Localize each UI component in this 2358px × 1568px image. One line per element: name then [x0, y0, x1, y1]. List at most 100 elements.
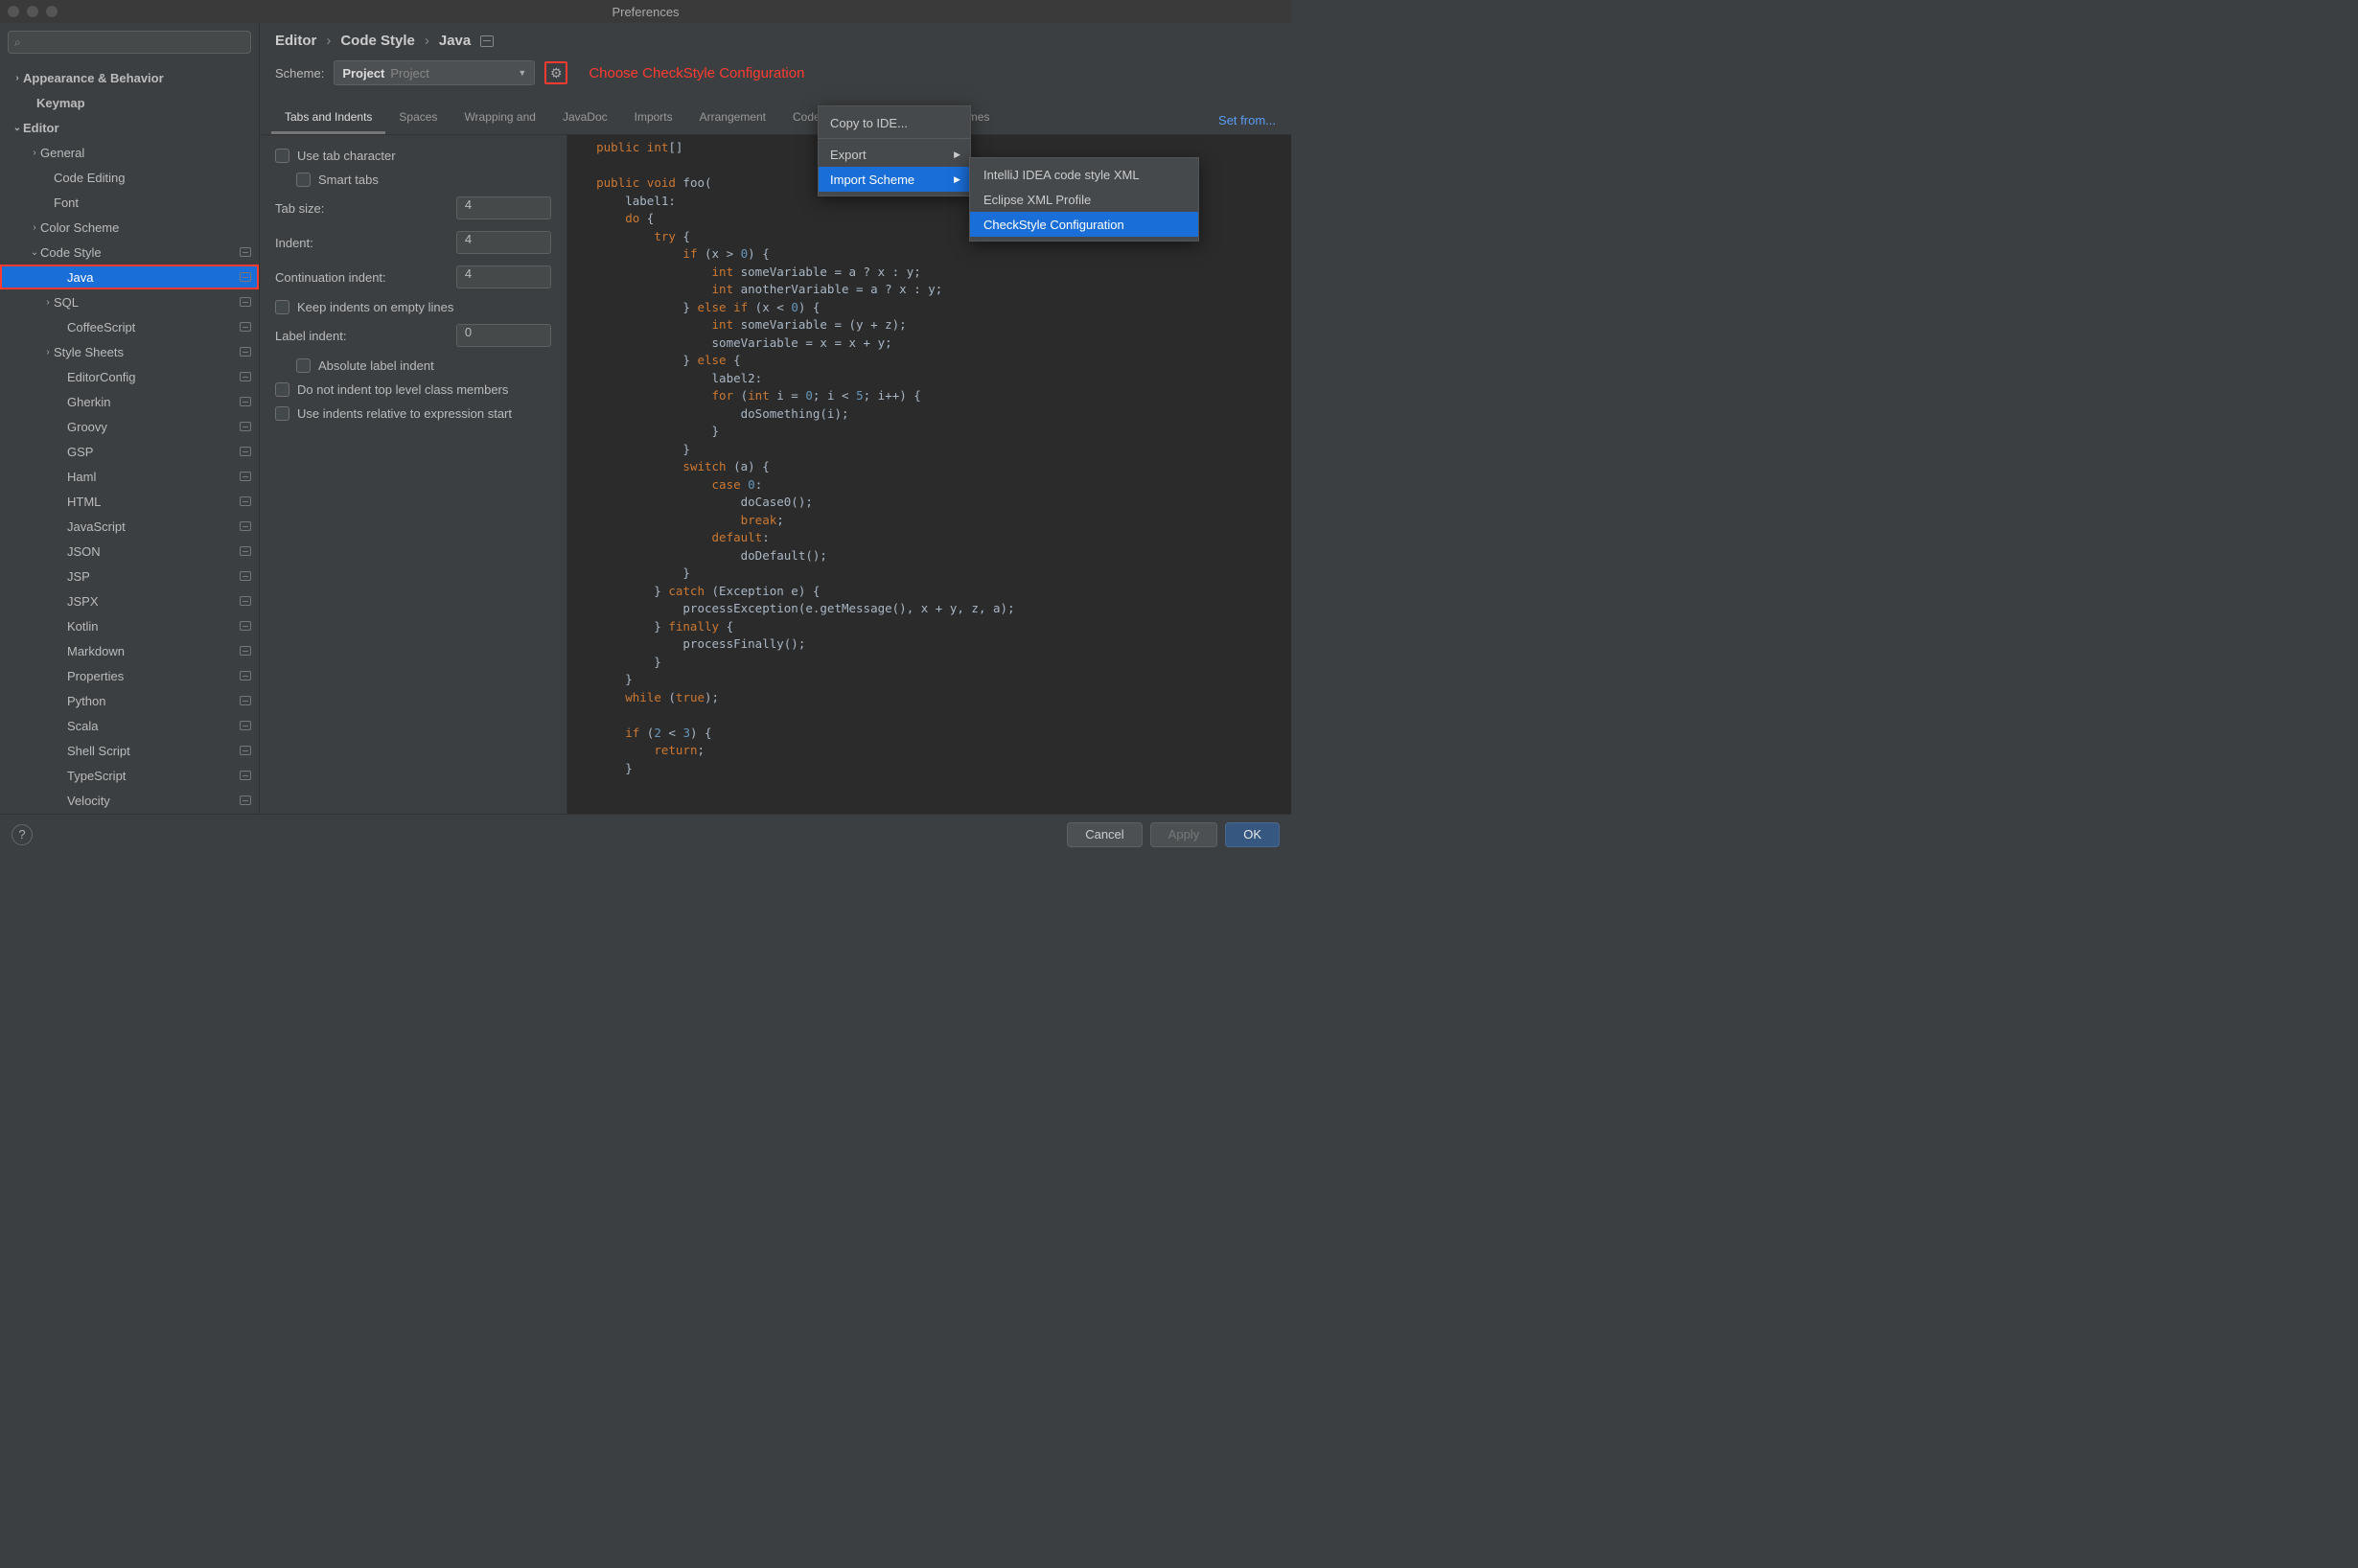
tab-wrapping-and[interactable]: Wrapping and — [451, 103, 549, 134]
scheme-detail: Project — [390, 66, 428, 81]
chevron-icon: › — [42, 347, 54, 357]
sidebar-item-keymap[interactable]: Keymap — [0, 90, 259, 115]
tab-imports[interactable]: Imports — [621, 103, 686, 134]
sidebar-item-javascript[interactable]: JavaScript — [0, 514, 259, 539]
submenu-item-intellij-xml[interactable]: IntelliJ IDEA code style XML — [970, 162, 1198, 187]
absolute-label-indent-checkbox[interactable]: Absolute label indent — [275, 358, 551, 373]
sidebar-item-label: Editor — [23, 121, 251, 135]
tab-spaces[interactable]: Spaces — [385, 103, 451, 134]
sidebar-item-label: Java — [67, 270, 240, 285]
sidebar-item-general[interactable]: ›General — [0, 140, 259, 165]
project-badge-icon — [240, 671, 251, 680]
sidebar-item-python[interactable]: Python — [0, 688, 259, 713]
maximize-window-icon[interactable] — [46, 6, 58, 17]
smart-tabs-checkbox[interactable]: Smart tabs — [275, 173, 551, 187]
minimize-window-icon[interactable] — [27, 6, 38, 17]
label-indent-input[interactable]: 0 — [456, 324, 551, 347]
indent-input[interactable]: 4 — [456, 231, 551, 254]
sidebar-item-style-sheets[interactable]: ›Style Sheets — [0, 339, 259, 364]
sidebar-item-sql[interactable]: ›SQL — [0, 289, 259, 314]
keep-indents-checkbox[interactable]: Keep indents on empty lines — [275, 300, 551, 314]
submenu-item-eclipse-xml[interactable]: Eclipse XML Profile — [970, 187, 1198, 212]
sidebar-item-gherkin[interactable]: Gherkin — [0, 389, 259, 414]
search-box[interactable]: ⌕ — [8, 31, 251, 54]
gear-icon: ⚙ — [550, 65, 563, 81]
tab-javadoc[interactable]: JavaDoc — [549, 103, 621, 134]
continuation-indent-input[interactable]: 4 — [456, 265, 551, 288]
project-badge-icon — [240, 721, 251, 730]
project-badge-icon — [240, 447, 251, 456]
tab-arrangement[interactable]: Arrangement — [686, 103, 779, 134]
sidebar-item-scala[interactable]: Scala — [0, 713, 259, 738]
search-input[interactable] — [25, 35, 244, 49]
project-badge-icon — [240, 771, 251, 780]
chevron-icon: › — [12, 73, 23, 83]
help-button[interactable]: ? — [12, 824, 33, 845]
label-indent-label: Label indent: — [275, 329, 456, 343]
sidebar-item-code-editing[interactable]: Code Editing — [0, 165, 259, 190]
set-from-link[interactable]: Set from... — [1218, 113, 1276, 127]
checkbox-icon — [275, 406, 289, 421]
sidebar-item-font[interactable]: Font — [0, 190, 259, 215]
sidebar-item-json[interactable]: JSON — [0, 539, 259, 564]
tab-size-input[interactable]: 4 — [456, 196, 551, 219]
project-badge-icon — [240, 596, 251, 606]
close-window-icon[interactable] — [8, 6, 19, 17]
project-badge-icon — [240, 571, 251, 581]
tab-bar: Tabs and IndentsSpacesWrapping andJavaDo… — [260, 103, 1291, 135]
sidebar-item-velocity[interactable]: Velocity — [0, 788, 259, 813]
use-tab-character-checkbox[interactable]: Use tab character — [275, 149, 551, 163]
sidebar-item-java[interactable]: Java — [0, 265, 259, 289]
apply-button[interactable]: Apply — [1150, 822, 1218, 847]
submenu-item-checkstyle[interactable]: CheckStyle Configuration — [970, 212, 1198, 237]
sidebar-item-label: Keymap — [36, 96, 251, 110]
scheme-select[interactable]: Project Project ▼ — [334, 60, 535, 85]
sidebar-item-kotlin[interactable]: Kotlin — [0, 613, 259, 638]
sidebar-item-gsp[interactable]: GSP — [0, 439, 259, 464]
sidebar-item-color-scheme[interactable]: ›Color Scheme — [0, 215, 259, 240]
project-badge-icon — [240, 646, 251, 656]
breadcrumb-item[interactable]: Code Style — [340, 33, 415, 49]
sidebar-item-appearance-behavior[interactable]: ›Appearance & Behavior — [0, 65, 259, 90]
checkbox-icon — [275, 300, 289, 314]
sidebar-item-coffeescript[interactable]: CoffeeScript — [0, 314, 259, 339]
sidebar-item-groovy[interactable]: Groovy — [0, 414, 259, 439]
sidebar-item-html[interactable]: HTML — [0, 489, 259, 514]
settings-tree: ›Appearance & BehaviorKeymap⌄Editor›Gene… — [0, 61, 259, 814]
sidebar-item-label: JavaScript — [67, 519, 240, 534]
sidebar-item-label: JSON — [67, 544, 240, 559]
sidebar-item-label: Kotlin — [67, 619, 240, 634]
ok-button[interactable]: OK — [1225, 822, 1280, 847]
sidebar-item-label: Gherkin — [67, 395, 240, 409]
sidebar-item-label: Color Scheme — [40, 220, 251, 235]
sidebar-item-markdown[interactable]: Markdown — [0, 638, 259, 663]
cancel-button[interactable]: Cancel — [1067, 822, 1142, 847]
menu-item-import-scheme[interactable]: Import Scheme ▶ — [819, 167, 970, 192]
menu-item-copy-to-ide[interactable]: Copy to IDE... — [819, 110, 970, 135]
chevron-icon: ⌄ — [29, 247, 40, 258]
no-top-level-indent-checkbox[interactable]: Do not indent top level class members — [275, 382, 551, 397]
import-scheme-submenu: IntelliJ IDEA code style XML Eclipse XML… — [969, 157, 1199, 242]
sidebar-item-editor[interactable]: ⌄Editor — [0, 115, 259, 140]
breadcrumb-item[interactable]: Editor — [275, 33, 316, 49]
sidebar-item-jspx[interactable]: JSPX — [0, 588, 259, 613]
menu-item-export[interactable]: Export ▶ — [819, 142, 970, 167]
sidebar-item-editorconfig[interactable]: EditorConfig — [0, 364, 259, 389]
relative-indent-checkbox[interactable]: Use indents relative to expression start — [275, 406, 551, 421]
question-icon: ? — [18, 827, 25, 842]
sidebar-item-properties[interactable]: Properties — [0, 663, 259, 688]
breadcrumb-item[interactable]: Java — [439, 33, 471, 49]
tab-tabs-and-indents[interactable]: Tabs and Indents — [271, 103, 385, 134]
project-badge-icon — [240, 397, 251, 406]
sidebar-item-haml[interactable]: Haml — [0, 464, 259, 489]
sidebar-item-jsp[interactable]: JSP — [0, 564, 259, 588]
sidebar-item-label: Python — [67, 694, 240, 708]
sidebar-item-label: JSPX — [67, 594, 240, 609]
sidebar-item-label: GSP — [67, 445, 240, 459]
sidebar-item-typescript[interactable]: TypeScript — [0, 763, 259, 788]
chevron-icon: ⌄ — [12, 123, 23, 133]
sidebar-item-shell-script[interactable]: Shell Script — [0, 738, 259, 763]
sidebar-item-code-style[interactable]: ⌄Code Style — [0, 240, 259, 265]
scheme-actions-button[interactable]: ⚙ — [544, 61, 567, 84]
menu-separator — [819, 138, 970, 139]
